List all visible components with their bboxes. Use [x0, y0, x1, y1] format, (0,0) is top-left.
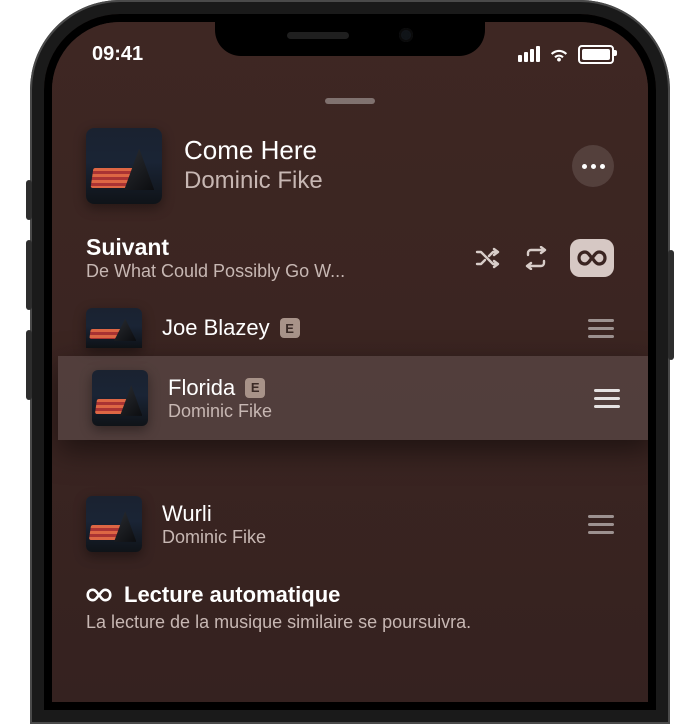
queue-row[interactable]: Wurli Dominic Fike — [52, 488, 648, 560]
front-camera — [399, 28, 413, 42]
reorder-handle-icon[interactable] — [588, 515, 614, 534]
track-title: Wurli — [162, 501, 212, 527]
autoplay-section: Lecture automatique La lecture de la mus… — [52, 560, 648, 633]
track-title: Joe Blazey — [162, 315, 270, 341]
now-playing-artwork[interactable] — [86, 128, 162, 204]
track-artwork — [86, 308, 142, 348]
autoplay-description: La lecture de la musique similaire se po… — [86, 612, 614, 633]
ellipsis-icon — [582, 164, 605, 169]
infinity-icon — [86, 587, 112, 603]
explicit-badge: E — [280, 318, 300, 338]
side-button — [668, 250, 674, 360]
battery-icon — [578, 45, 614, 64]
drop-gap — [52, 442, 648, 488]
reorder-handle-icon[interactable] — [588, 319, 614, 338]
speaker-grille — [287, 32, 349, 39]
shuffle-button[interactable] — [474, 246, 502, 270]
infinity-icon — [577, 249, 607, 267]
track-artwork — [86, 496, 142, 552]
more-button[interactable] — [572, 145, 614, 187]
status-indicators — [518, 45, 614, 64]
device-bezel: 09:41 Come Here Dominic Fike — [44, 14, 656, 710]
queue-row-dragging[interactable]: Florida E Dominic Fike — [58, 356, 648, 440]
volume-down-button — [26, 330, 32, 400]
screen: 09:41 Come Here Dominic Fike — [52, 22, 648, 702]
queue-list: Joe Blazey E Florida E Dominic Fike — [52, 298, 648, 560]
autoplay-button[interactable] — [570, 239, 614, 277]
now-playing-title: Come Here — [184, 136, 550, 166]
explicit-badge: E — [245, 378, 265, 398]
track-artwork — [92, 370, 148, 426]
up-next-source: De What Could Possibly Go W... — [86, 261, 366, 282]
up-next-header: Suivant De What Could Possibly Go W... — [52, 226, 648, 290]
now-playing-text[interactable]: Come Here Dominic Fike — [184, 136, 550, 196]
cellular-signal-icon — [518, 46, 540, 62]
status-time: 09:41 — [92, 43, 143, 66]
repeat-button[interactable] — [522, 246, 550, 270]
device-frame: 09:41 Come Here Dominic Fike — [30, 0, 670, 724]
track-artist: Dominic Fike — [162, 527, 568, 548]
mute-switch — [26, 180, 32, 220]
reorder-handle-icon[interactable] — [594, 389, 620, 408]
autoplay-heading: Lecture automatique — [124, 582, 340, 608]
up-next-heading: Suivant — [86, 234, 462, 261]
queue-row[interactable]: Joe Blazey E — [52, 298, 648, 354]
now-playing-header: Come Here Dominic Fike — [52, 120, 648, 226]
notch — [215, 14, 485, 56]
wifi-icon — [548, 46, 570, 62]
track-artist: Dominic Fike — [168, 401, 574, 422]
track-title: Florida — [168, 375, 235, 401]
now-playing-artist: Dominic Fike — [184, 166, 550, 196]
volume-up-button — [26, 240, 32, 310]
sheet-grabber[interactable] — [325, 98, 375, 104]
